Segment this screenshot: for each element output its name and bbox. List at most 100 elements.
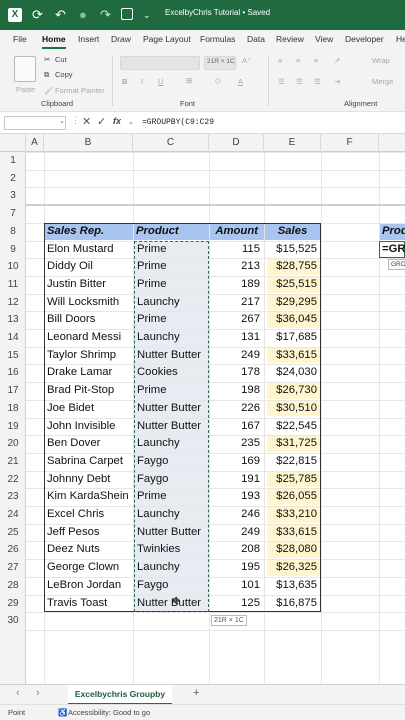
tab-file[interactable]: File (13, 34, 27, 44)
row-header[interactable]: 16 (0, 364, 26, 382)
column-header-d[interactable]: D (209, 134, 264, 152)
next-sheet-icon[interactable]: › (36, 687, 40, 699)
column-header-e[interactable]: E (264, 134, 321, 152)
copy-icon[interactable]: ⧉ (44, 70, 49, 80)
cell-amount[interactable]: 213 (209, 258, 264, 276)
autosave-toggle-icon[interactable]: ⟳ (32, 6, 43, 24)
tab-home[interactable]: Home (42, 34, 66, 44)
cell-sales-rep[interactable]: Ben Dover (47, 435, 133, 453)
worksheet-grid[interactable]: Sales Rep. Product Amount Sales Elon Mustard… (26, 152, 405, 684)
row-header[interactable]: 7 (0, 205, 26, 223)
align-bottom-icon[interactable]: ≡ (314, 56, 318, 65)
column-header-a[interactable]: A (26, 134, 44, 152)
tab-data[interactable]: Data (247, 34, 265, 44)
cell-amount[interactable]: 195 (209, 559, 264, 577)
more-icon[interactable]: ⌄ (143, 6, 151, 24)
cell-amount[interactable]: 193 (209, 488, 264, 506)
paste-button[interactable]: Paste (16, 85, 35, 94)
cell-sales[interactable]: $31,725 (264, 435, 321, 453)
cell-amount[interactable]: 246 (209, 506, 264, 524)
italic-button[interactable]: I (141, 77, 143, 86)
row-header[interactable]: 26 (0, 541, 26, 559)
cell-sales[interactable]: $36,045 (264, 311, 321, 329)
row-header[interactable]: 21 (0, 453, 26, 471)
bold-button[interactable]: B (122, 77, 127, 86)
cell-sales-rep[interactable]: Will Locksmith (47, 294, 133, 312)
cell-sales-rep[interactable]: Deez Nuts (47, 541, 133, 559)
fx-dropdown-icon[interactable]: ⌄ (128, 118, 134, 126)
cell-sales[interactable]: $26,730 (264, 382, 321, 400)
cell-sales[interactable]: $15,525 (264, 241, 321, 259)
cell-amount[interactable]: 125 (209, 595, 264, 613)
row-header[interactable]: 14 (0, 329, 26, 347)
cell-sales-rep[interactable]: George Clown (47, 559, 133, 577)
enter-button[interactable]: ✓ (97, 115, 106, 128)
align-left-icon[interactable]: ☰ (278, 77, 285, 86)
row-header[interactable]: 20 (0, 435, 26, 453)
tab-formulas[interactable]: Formulas (200, 34, 235, 44)
cell-sales-rep[interactable]: Taylor Shrimp (47, 347, 133, 365)
cell-sales-rep[interactable]: Kim KardaShein (47, 488, 133, 506)
cell-sales[interactable]: $30,510 (264, 400, 321, 418)
cell-sales-rep[interactable]: Travis Toast (47, 595, 133, 613)
cell-sales[interactable]: $24,030 (264, 364, 321, 382)
row-header[interactable]: 10 (0, 258, 26, 276)
cell-sales[interactable]: $33,615 (264, 347, 321, 365)
format-painter-button[interactable]: Format Painter (55, 86, 105, 95)
orientation-icon[interactable]: ↗ (334, 56, 340, 65)
underline-button[interactable]: U (158, 77, 163, 86)
add-sheet-button[interactable]: + (193, 687, 199, 699)
cell-sales[interactable]: $26,325 (264, 559, 321, 577)
cell-amount[interactable]: 249 (209, 524, 264, 542)
row-header[interactable]: 25 (0, 524, 26, 542)
cell-amount[interactable]: 115 (209, 241, 264, 259)
align-right-icon[interactable]: ☰ (314, 77, 321, 86)
column-header-b[interactable]: B (44, 134, 133, 152)
editing-cell[interactable]: =GR (382, 241, 405, 259)
format-painter-icon[interactable]: 🖌 (44, 86, 54, 95)
formula-input[interactable]: =GROUPBY(C9:C29 (142, 118, 214, 127)
cell-sales-rep[interactable]: Diddy Oil (47, 258, 133, 276)
cell-amount[interactable]: 101 (209, 577, 264, 595)
cell-sales-rep[interactable]: Excel Chris (47, 506, 133, 524)
paste-icon[interactable] (14, 56, 36, 82)
table-header-product[interactable]: Product (136, 223, 206, 241)
table-header-sales[interactable]: Sales (266, 223, 319, 241)
cell-sales[interactable]: $13,635 (264, 577, 321, 595)
row-header[interactable]: 2 (0, 170, 26, 188)
font-color-button[interactable]: A (238, 77, 243, 86)
cell-amount[interactable]: 178 (209, 364, 264, 382)
row-header[interactable]: 11 (0, 276, 26, 294)
tab-draw[interactable]: Draw (111, 34, 131, 44)
cell-sales[interactable]: $22,815 (264, 453, 321, 471)
document-title[interactable]: ExcelbyChris Tutorial • Saved (165, 8, 270, 17)
align-center-icon[interactable]: ☰ (296, 77, 303, 86)
column-header-g[interactable] (379, 134, 405, 152)
wrap-text-button[interactable]: Wrap (372, 56, 390, 65)
table-header-rep[interactable]: Sales Rep. (47, 223, 131, 241)
row-header[interactable]: 9 (0, 241, 26, 259)
align-top-icon[interactable]: ≡ (278, 56, 282, 65)
row-header[interactable]: 19 (0, 418, 26, 436)
fill-color-icon[interactable]: ◇ (215, 76, 221, 85)
tab-view[interactable]: View (315, 34, 333, 44)
cell-amount[interactable]: 167 (209, 418, 264, 436)
cell-sales-rep[interactable]: Sabrina Carpet (47, 453, 133, 471)
accessibility-status[interactable]: Accessibility: Good to go (68, 708, 150, 717)
tab-developer[interactable]: Developer (345, 34, 384, 44)
cell-sales-rep[interactable]: John Invisible (47, 418, 133, 436)
row-header[interactable]: 8 (0, 223, 26, 241)
row-header[interactable]: 1 (0, 152, 26, 170)
undo-icon[interactable]: ↶ (55, 6, 66, 24)
column-header-c[interactable]: C (133, 134, 209, 152)
row-header[interactable]: 13 (0, 311, 26, 329)
row-header[interactable]: 12 (0, 294, 26, 312)
cell-amount[interactable]: 198 (209, 382, 264, 400)
cell-sales-rep[interactable]: Elon Mustard (47, 241, 133, 259)
cell-amount[interactable]: 249 (209, 347, 264, 365)
row-header[interactable]: 3 (0, 187, 26, 205)
redo-icon[interactable]: ● (79, 6, 87, 24)
cell-sales-rep[interactable]: Johnny Debt (47, 471, 133, 489)
cut-icon[interactable]: ✂ (44, 55, 50, 64)
cell-sales[interactable]: $26,055 (264, 488, 321, 506)
